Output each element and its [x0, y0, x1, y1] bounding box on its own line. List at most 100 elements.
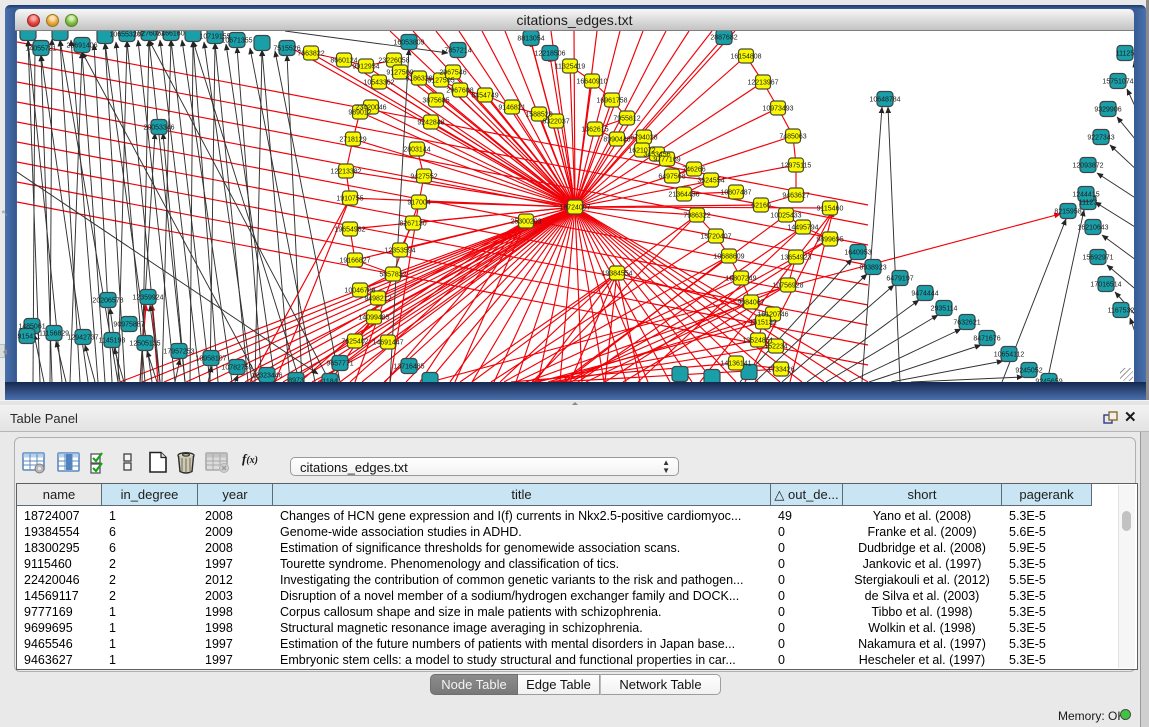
svg-text:17016514: 17016514	[1090, 282, 1121, 289]
svg-text:18807249: 18807249	[725, 276, 756, 283]
svg-text:2718129: 2718129	[339, 137, 366, 144]
svg-text:10782759: 10782759	[221, 365, 252, 372]
svg-text:152234: 152234	[764, 344, 787, 351]
svg-text:13716485: 13716485	[393, 364, 424, 371]
svg-text:1733426: 1733426	[767, 367, 794, 374]
svg-text:8938923: 8938923	[859, 265, 886, 272]
svg-text:10958107: 10958107	[195, 356, 226, 363]
svg-text:9084067: 9084067	[737, 300, 764, 307]
svg-text:8267130: 8267130	[399, 221, 426, 228]
svg-text:9474444: 9474444	[911, 291, 938, 298]
svg-text:12505135: 12505135	[129, 341, 160, 348]
svg-text:7632621: 7632621	[953, 320, 980, 327]
svg-text:917004: 917004	[407, 200, 430, 207]
svg-text:2967608: 2967608	[446, 88, 473, 95]
svg-text:8471676: 8471676	[973, 336, 1000, 343]
svg-text:1244415: 1244415	[1072, 192, 1099, 199]
svg-text:17957253: 17957253	[163, 349, 194, 356]
svg-text:1485061: 1485061	[18, 324, 45, 331]
svg-text:9227343: 9227343	[1087, 135, 1114, 142]
svg-text:6466160: 6466160	[157, 31, 184, 38]
svg-text:8990448: 8990448	[603, 137, 630, 144]
svg-text:9427552: 9427552	[410, 174, 437, 181]
svg-text:9127505: 9127505	[427, 78, 454, 85]
svg-text:1167532: 1167532	[1108, 308, 1134, 315]
svg-text:1640953: 1640953	[844, 250, 871, 257]
svg-text:10688609: 10688609	[713, 254, 744, 261]
svg-text:8813054: 8813054	[517, 36, 544, 43]
svg-text:12093872: 12093872	[1072, 163, 1103, 170]
svg-text:2935114: 2935114	[931, 306, 958, 313]
svg-text:8454749: 8454749	[471, 93, 498, 100]
svg-text:10807487: 10807487	[720, 190, 751, 197]
svg-text:1145193: 1145193	[99, 338, 126, 345]
svg-text:15751074: 15751074	[1102, 79, 1133, 86]
svg-text:9146821: 9146821	[498, 105, 525, 112]
svg-text:13654923: 13654923	[780, 255, 811, 262]
svg-text:90975887: 90975887	[113, 322, 144, 329]
svg-text:9329906: 9329906	[1094, 107, 1121, 114]
svg-text:7857214: 7857214	[444, 48, 471, 55]
svg-text:9245052: 9245052	[1015, 368, 1042, 375]
svg-text:18724007: 18724007	[559, 205, 590, 212]
svg-text:7955812: 7955812	[613, 116, 640, 123]
svg-text:20206578: 20206578	[92, 298, 123, 305]
svg-text:1588520: 1588520	[525, 112, 552, 119]
svg-text:12353594: 12353594	[384, 248, 415, 255]
svg-text:12942737: 12942737	[67, 335, 98, 342]
svg-text:16961758: 16961758	[596, 98, 627, 105]
svg-text:11123: 11123	[1079, 200, 1098, 207]
svg-text:7485063: 7485063	[779, 134, 806, 141]
svg-text:3875685: 3875685	[422, 98, 449, 105]
svg-text:15720407: 15720407	[700, 234, 731, 241]
svg-text:8215958: 8215958	[1054, 209, 1081, 216]
svg-text:12323446: 12323446	[251, 373, 282, 380]
svg-text:9777169: 9777169	[653, 157, 680, 164]
svg-text:14055721: 14055721	[25, 46, 56, 53]
svg-text:7625402: 7625402	[341, 339, 368, 346]
svg-text:10648784: 10648784	[869, 97, 900, 104]
svg-text:25300203: 25300203	[510, 219, 541, 226]
svg-text:14691447: 14691447	[372, 340, 403, 347]
svg-text:16053809: 16053809	[393, 40, 424, 47]
svg-text:12213967: 12213967	[747, 80, 778, 87]
svg-text:12359924: 12359924	[132, 295, 163, 302]
svg-text:21364436: 21364436	[668, 192, 699, 199]
svg-text:16640910: 16640910	[576, 79, 607, 86]
svg-text:10046708: 10046708	[344, 288, 375, 295]
svg-text:3915411: 3915411	[17, 334, 40, 341]
svg-text:19384554: 19384554	[601, 271, 632, 278]
svg-text:1910755: 1910755	[336, 196, 363, 203]
svg-text:6794028: 6794028	[630, 135, 657, 142]
svg-text:6497568: 6497568	[658, 174, 685, 181]
svg-text:12218506: 12218506	[534, 51, 565, 58]
svg-text:15692971: 15692971	[1082, 255, 1113, 262]
svg-text:20053346: 20053346	[143, 125, 174, 132]
svg-text:10671355: 10671355	[221, 38, 252, 45]
svg-text:989012: 989012	[348, 110, 371, 117]
svg-text:9657771: 9657771	[326, 361, 353, 368]
svg-text:746266: 746266	[682, 167, 705, 174]
svg-text:11156829: 11156829	[39, 331, 69, 338]
svg-text:10543362: 10543362	[363, 80, 394, 87]
svg-text:10756928: 10756928	[772, 283, 803, 290]
svg-text:1615132: 1615132	[749, 320, 776, 327]
svg-text:9498212: 9498212	[364, 296, 391, 303]
svg-text:16210643: 16210643	[1077, 225, 1108, 232]
svg-text:62160: 62160	[751, 203, 771, 210]
svg-text:2967546: 2967546	[439, 70, 466, 77]
svg-text:10654112: 10654112	[994, 352, 1025, 359]
svg-text:14099485: 14099485	[358, 315, 389, 322]
svg-text:14136141: 14136141	[720, 361, 751, 368]
svg-text:2803144: 2803144	[403, 147, 430, 154]
svg-text:7663822: 7663822	[297, 51, 324, 58]
svg-text:12975115: 12975115	[781, 163, 812, 170]
svg-text:11325419: 11325419	[555, 64, 586, 71]
svg-text:9242848: 9242848	[417, 120, 444, 127]
svg-text:9912954: 9912954	[352, 64, 379, 71]
svg-text:9463627: 9463627	[782, 193, 809, 200]
svg-text:6479197: 6479197	[886, 276, 913, 283]
svg-text:16154808: 16154808	[730, 54, 761, 61]
svg-text:12213382: 12213382	[330, 169, 361, 176]
svg-text:20691406: 20691406	[66, 43, 97, 50]
